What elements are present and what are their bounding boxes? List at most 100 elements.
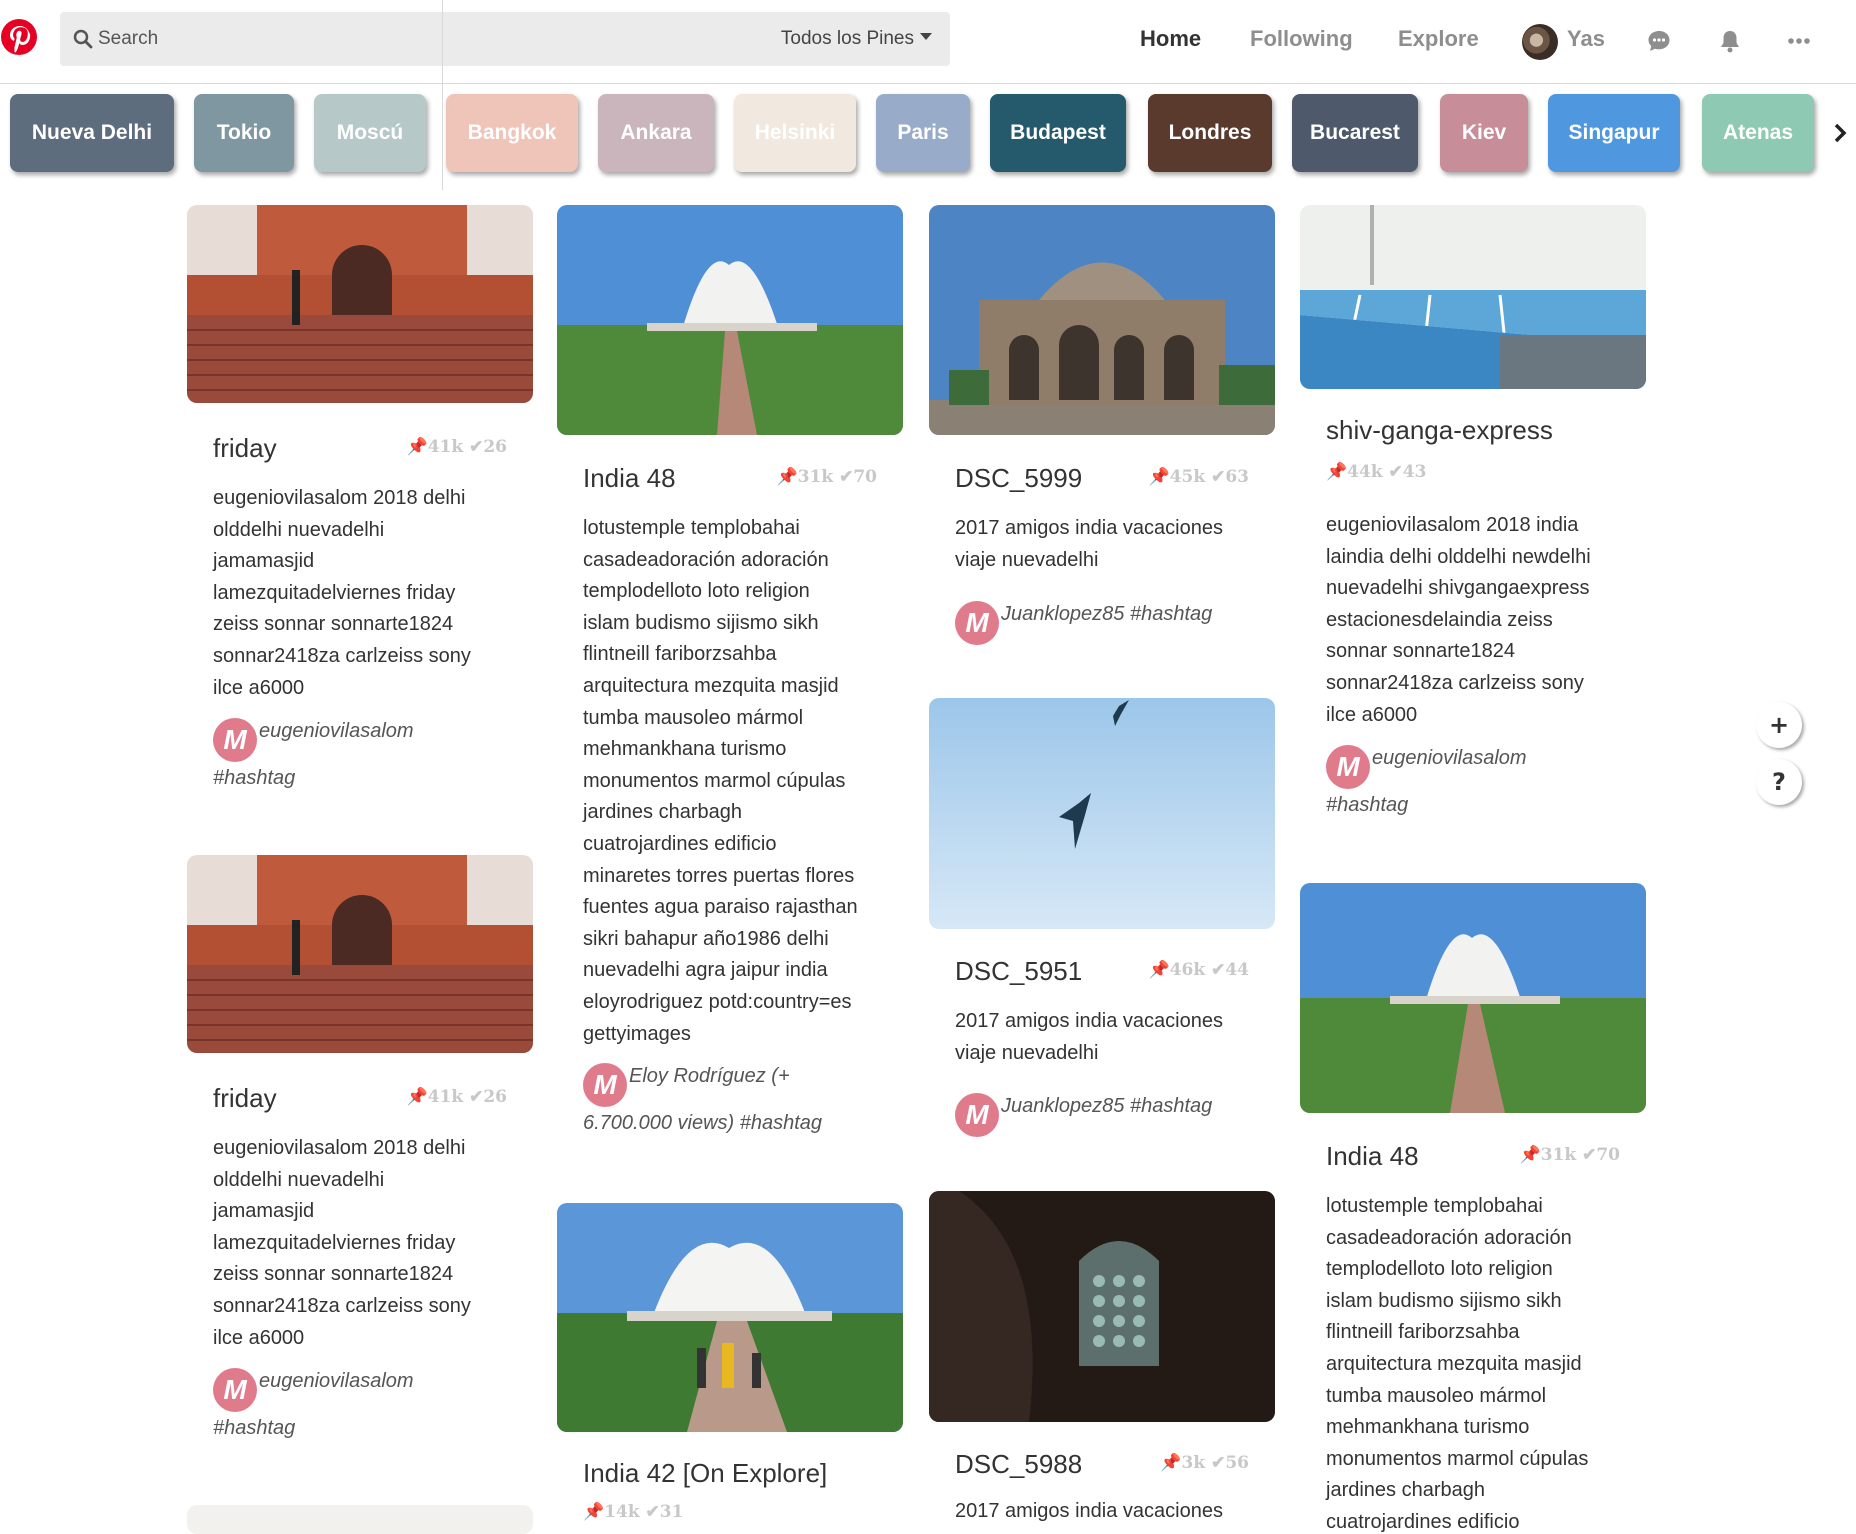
pin-card[interactable]: India 42 [On Explore] 📌14k ✔31 xyxy=(557,1203,903,1533)
like-count: 56 xyxy=(1225,1453,1249,1473)
pin-title[interactable]: India 42 [On Explore] xyxy=(583,1458,827,1489)
chip-city[interactable]: Bucarest xyxy=(1292,94,1418,172)
desc-line: zeiss sonnar sonnarte1824 xyxy=(213,1263,454,1286)
chip-city[interactable]: Singapur xyxy=(1548,94,1680,172)
user-avatar[interactable] xyxy=(1522,24,1558,60)
help-button[interactable]: ? xyxy=(1756,759,1802,805)
pin-image[interactable] xyxy=(929,698,1275,929)
chip-city[interactable]: Tokio xyxy=(194,94,294,172)
desc-line: sonnar2418za carlzeiss sony xyxy=(1326,671,1584,694)
pin-image[interactable] xyxy=(929,205,1275,435)
desc-line: flintneill fariborzsahba xyxy=(1326,1321,1520,1344)
messages-icon[interactable] xyxy=(1646,28,1672,54)
pin-image[interactable] xyxy=(1300,205,1646,389)
pin-title[interactable]: DSC_5988 xyxy=(955,1449,1082,1480)
pin-author[interactable]: M Juanklopez85 #hashtag xyxy=(955,598,1255,645)
pin-image[interactable] xyxy=(557,1203,903,1432)
desc-line: nuevadelhi shivgangaexpress xyxy=(1326,577,1590,600)
chip-city[interactable]: Ankara xyxy=(598,94,714,172)
pin-title[interactable]: India 48 xyxy=(583,463,676,494)
pin-image[interactable] xyxy=(187,205,533,403)
chevron-right-icon[interactable] xyxy=(1830,116,1852,150)
pin-icon: 📌 xyxy=(1148,960,1170,980)
pin-image[interactable] xyxy=(929,1191,1275,1422)
chip-city[interactable]: Moscú xyxy=(314,94,426,172)
pin-icon: 📌 xyxy=(1326,462,1348,482)
pin-description: eugeniovilasalom 2018 delhi olddelhi nuev… xyxy=(213,1133,513,1354)
pin-title[interactable]: friday xyxy=(213,1083,277,1114)
pin-image[interactable] xyxy=(1300,883,1646,1113)
like-count: 26 xyxy=(483,437,507,457)
notifications-bell-icon[interactable] xyxy=(1717,28,1743,54)
author-hashtag: #hashtag xyxy=(1326,794,1409,816)
pin-card[interactable] xyxy=(187,1505,533,1534)
chip-city[interactable]: Londres xyxy=(1148,94,1272,172)
search-bar[interactable]: Search Todos los Pines xyxy=(60,0,950,190)
pin-image[interactable] xyxy=(557,205,903,435)
nav-user-name[interactable]: Yas xyxy=(1567,26,1605,52)
nav-home[interactable]: Home xyxy=(1140,26,1201,52)
chip-city[interactable]: Budapest xyxy=(990,94,1126,172)
desc-line: tumba mausoleo mármol xyxy=(583,706,804,729)
pin-author[interactable]: M Eloy Rodríguez (+ 6.700.000 views) #hash… xyxy=(583,1060,883,1140)
desc-line: lamezquitadelviernes friday xyxy=(213,581,456,604)
pin-description: 2017 amigos india vacaciones viaje nuevad… xyxy=(955,1006,1255,1069)
pin-count: 44k xyxy=(1347,462,1383,482)
desc-line: eugeniovilasalom 2018 india xyxy=(1326,514,1579,536)
pin-card[interactable]: friday 📌41k ✔26 eugeniovilasalom 2018 de… xyxy=(187,205,533,789)
pin-title[interactable]: DSC_5951 xyxy=(955,956,1082,987)
desc-line: ilce a6000 xyxy=(213,676,305,699)
pin-author[interactable]: M Juanklopez85 #hashtag xyxy=(955,1090,1255,1137)
pin-title[interactable]: India 48 xyxy=(1326,1141,1419,1172)
pin-image[interactable] xyxy=(187,855,533,1053)
more-options-icon[interactable] xyxy=(1786,28,1812,54)
pin-stats: 📌45k ✔63 xyxy=(1149,467,1249,487)
pin-icon: 📌 xyxy=(776,467,798,487)
desc-line: islam budismo sijismo sikh xyxy=(1326,1289,1562,1312)
pin-title[interactable]: shiv-ganga-express xyxy=(1326,415,1553,446)
desc-line: cuatrojardines edificio xyxy=(583,832,777,855)
chip-city[interactable]: Bangkok xyxy=(446,94,578,172)
pin-card[interactable]: India 48 📌31k ✔70 lotustemple templobaha… xyxy=(557,205,903,1155)
pin-title[interactable]: DSC_5999 xyxy=(955,463,1082,494)
chip-city[interactable]: Helsinki xyxy=(734,94,856,172)
pin-icon: 📌 xyxy=(1160,1453,1182,1473)
desc-line: sonnar2418za carlzeiss sony xyxy=(213,1294,471,1317)
desc-line: ilce a6000 xyxy=(1326,703,1418,726)
chip-city[interactable]: Kiev xyxy=(1440,94,1528,172)
like-count: 31 xyxy=(659,1502,684,1522)
pin-card[interactable]: friday 📌41k ✔26 eugeniovilasalom 2018 de… xyxy=(187,855,533,1439)
search-scope-dropdown[interactable]: Todos los Pines xyxy=(781,28,932,50)
nav-explore[interactable]: Explore xyxy=(1398,26,1479,52)
check-icon: ✔ xyxy=(645,1502,660,1522)
chip-city[interactable]: Atenas xyxy=(1702,94,1814,172)
pin-card[interactable]: DSC_5951 📌46k ✔44 2017 amigos india vaca… xyxy=(929,698,1275,1137)
pin-card[interactable]: DSC_5988 📌3k ✔56 2017 amigos india vacac… xyxy=(929,1191,1275,1531)
desc-line: viaje nuevadelhi xyxy=(955,548,1099,571)
search-input[interactable]: Search xyxy=(98,28,158,50)
pin-stats: 📌31k ✔70 xyxy=(777,467,877,487)
nav-following[interactable]: Following xyxy=(1250,26,1353,52)
check-icon: ✔ xyxy=(1211,960,1226,980)
desc-line: cuatrojardines edificio xyxy=(1326,1510,1520,1533)
author-badge: M xyxy=(955,601,999,645)
author-hashtag: 6.700.000 views) #hashtag xyxy=(583,1112,823,1134)
desc-line: templodelloto loto religion xyxy=(583,580,810,603)
chip-city[interactable]: Paris xyxy=(876,94,970,172)
desc-line: 2017 amigos india vacaciones xyxy=(955,517,1223,539)
pin-card[interactable]: shiv-ganga-express 📌44k ✔43 eugeniovilas… xyxy=(1300,205,1646,825)
pin-image[interactable] xyxy=(187,1505,533,1534)
desc-line: zeiss sonnar sonnarte1824 xyxy=(213,613,454,636)
author-name: Eloy Rodríguez (+ xyxy=(629,1065,790,1087)
chip-city[interactable]: Nueva Delhi xyxy=(10,94,174,172)
pin-stats: 📌31k ✔70 xyxy=(1520,1145,1620,1165)
pin-card[interactable]: India 48 📌31k ✔70 lotustemple templobaha… xyxy=(1300,883,1646,1533)
add-pin-button[interactable]: + xyxy=(1756,702,1802,748)
pin-author[interactable]: Meugeniovilasalom #hashtag xyxy=(213,715,513,795)
pin-title[interactable]: friday xyxy=(213,433,277,464)
desc-line: templodelloto loto religion xyxy=(1326,1258,1553,1281)
pin-author[interactable]: Meugeniovilasalom #hashtag xyxy=(1326,742,1626,822)
pinterest-logo-icon[interactable] xyxy=(0,18,38,56)
pin-card[interactable]: DSC_5999 📌45k ✔63 2017 amigos india vaca… xyxy=(929,205,1275,645)
pin-author[interactable]: Meugeniovilasalom #hashtag xyxy=(213,1365,513,1445)
